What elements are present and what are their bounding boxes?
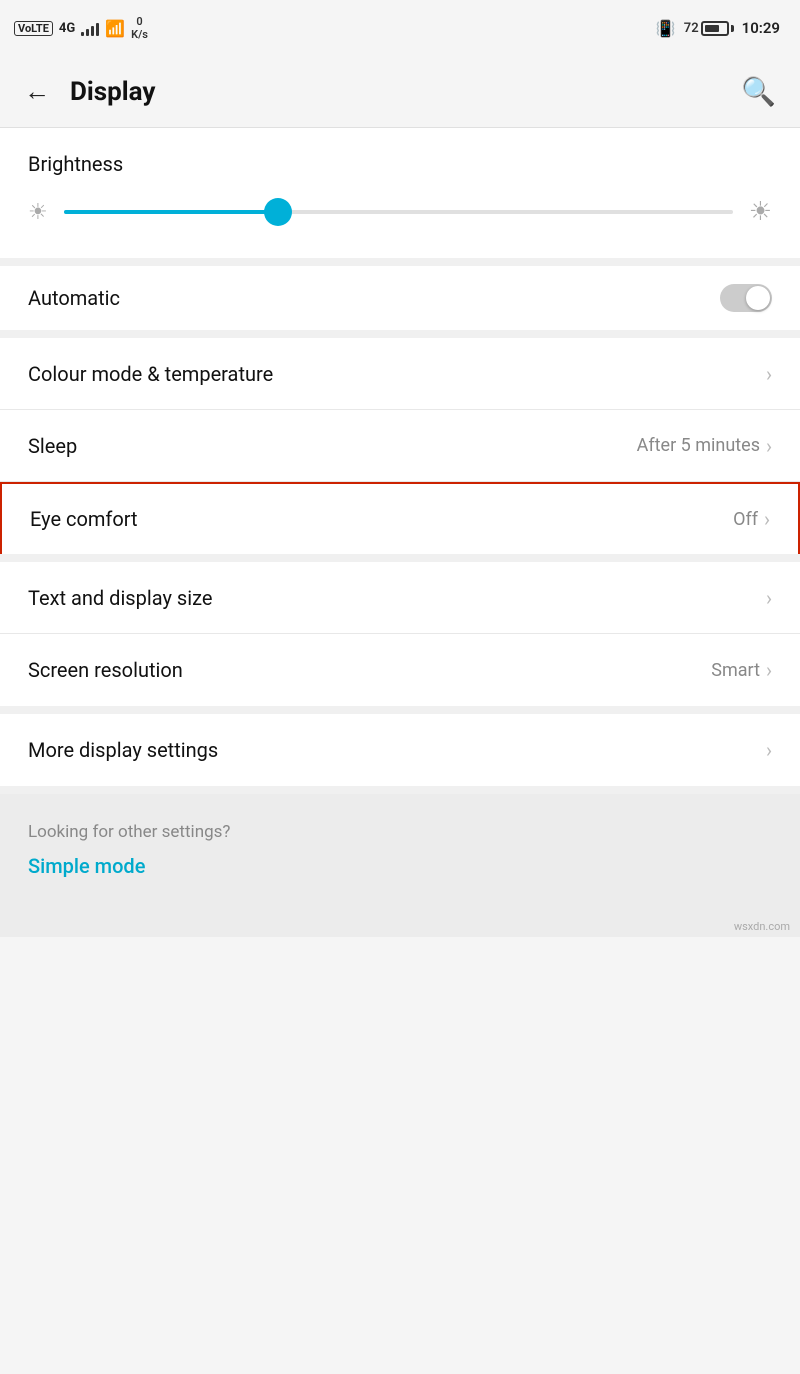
more-display-settings-item[interactable]: More display settings ›	[0, 714, 800, 786]
chevron-right-icon: ›	[766, 738, 772, 762]
toggle-knob	[746, 286, 770, 310]
data-speed: 0 K/s	[131, 15, 148, 41]
app-bar-left: ← Display	[24, 76, 155, 107]
battery-tip	[731, 25, 734, 32]
watermark: wsxdn.com	[0, 914, 800, 937]
back-button[interactable]: ←	[24, 76, 50, 107]
slider-row: ☀ ☀	[28, 194, 772, 230]
screen-resolution-value: Smart ›	[711, 658, 772, 682]
chevron-right-icon: ›	[766, 586, 772, 610]
screen-resolution-item[interactable]: Screen resolution Smart ›	[0, 634, 800, 706]
simple-mode-link[interactable]: Simple mode	[28, 854, 772, 878]
text-display-size-value: ›	[766, 586, 772, 610]
eye-comfort-value: Off ›	[733, 507, 770, 531]
brightness-section: Brightness ☀ ☀	[0, 128, 800, 266]
text-display-size-item[interactable]: Text and display size ›	[0, 562, 800, 634]
simple-mode-question: Looking for other settings?	[28, 822, 772, 842]
colour-mode-value: ›	[766, 362, 772, 386]
list-section-1: Colour mode & temperature › Sleep After …	[0, 338, 800, 562]
eye-comfort-value-text: Off	[733, 509, 758, 530]
status-left: VoLTE 4G 📶 0 K/s	[14, 15, 148, 41]
sleep-label: Sleep	[28, 434, 77, 458]
chevron-right-icon: ›	[766, 362, 772, 386]
automatic-label: Automatic	[28, 286, 120, 310]
automatic-toggle[interactable]	[720, 284, 772, 312]
search-icon[interactable]: 🔍	[741, 75, 776, 108]
slider-fill	[64, 210, 278, 214]
eye-comfort-label: Eye comfort	[30, 507, 138, 531]
list-section-2: Text and display size › Screen resolutio…	[0, 562, 800, 714]
slider-track	[64, 210, 733, 214]
sleep-value-text: After 5 minutes	[637, 435, 760, 456]
slider-thumb[interactable]	[264, 198, 292, 226]
vibrate-icon: 📳	[656, 19, 676, 38]
chevron-right-icon: ›	[764, 507, 770, 531]
simple-mode-card: Looking for other settings? Simple mode	[0, 794, 800, 914]
brightness-slider[interactable]	[64, 194, 733, 230]
clock: 10:29	[742, 19, 780, 37]
battery-icon: 72	[684, 21, 734, 36]
colour-mode-item[interactable]: Colour mode & temperature ›	[0, 338, 800, 410]
screen-resolution-label: Screen resolution	[28, 658, 183, 682]
sun-small-icon: ☀	[28, 200, 48, 225]
chevron-right-icon: ›	[766, 434, 772, 458]
volte-badge: VoLTE	[14, 21, 53, 36]
text-display-size-label: Text and display size	[28, 586, 212, 610]
network-type: 4G	[59, 21, 75, 36]
colour-mode-label: Colour mode & temperature	[28, 362, 273, 386]
automatic-row[interactable]: Automatic	[0, 266, 800, 338]
app-bar: ← Display 🔍	[0, 56, 800, 128]
sleep-value: After 5 minutes ›	[637, 434, 772, 458]
page-title: Display	[70, 77, 155, 107]
status-right: 📳 72 10:29	[656, 19, 780, 38]
signal-icon	[81, 20, 99, 36]
battery-body	[701, 21, 729, 36]
more-section: More display settings ›	[0, 714, 800, 794]
more-display-settings-value: ›	[766, 738, 772, 762]
content: Brightness ☀ ☀ Automatic Colour mode & t…	[0, 128, 800, 937]
status-bar: VoLTE 4G 📶 0 K/s 📳 72 10:29	[0, 0, 800, 56]
battery-percent: 72	[684, 21, 699, 36]
screen-resolution-value-text: Smart	[711, 660, 760, 681]
chevron-right-icon: ›	[766, 658, 772, 682]
battery-fill	[705, 25, 719, 32]
sleep-item[interactable]: Sleep After 5 minutes ›	[0, 410, 800, 482]
wifi-icon: 📶	[105, 19, 125, 38]
sun-large-icon: ☀	[749, 197, 772, 227]
brightness-label: Brightness	[28, 152, 772, 176]
eye-comfort-item[interactable]: Eye comfort Off ›	[0, 482, 800, 554]
more-display-settings-label: More display settings	[28, 738, 218, 762]
